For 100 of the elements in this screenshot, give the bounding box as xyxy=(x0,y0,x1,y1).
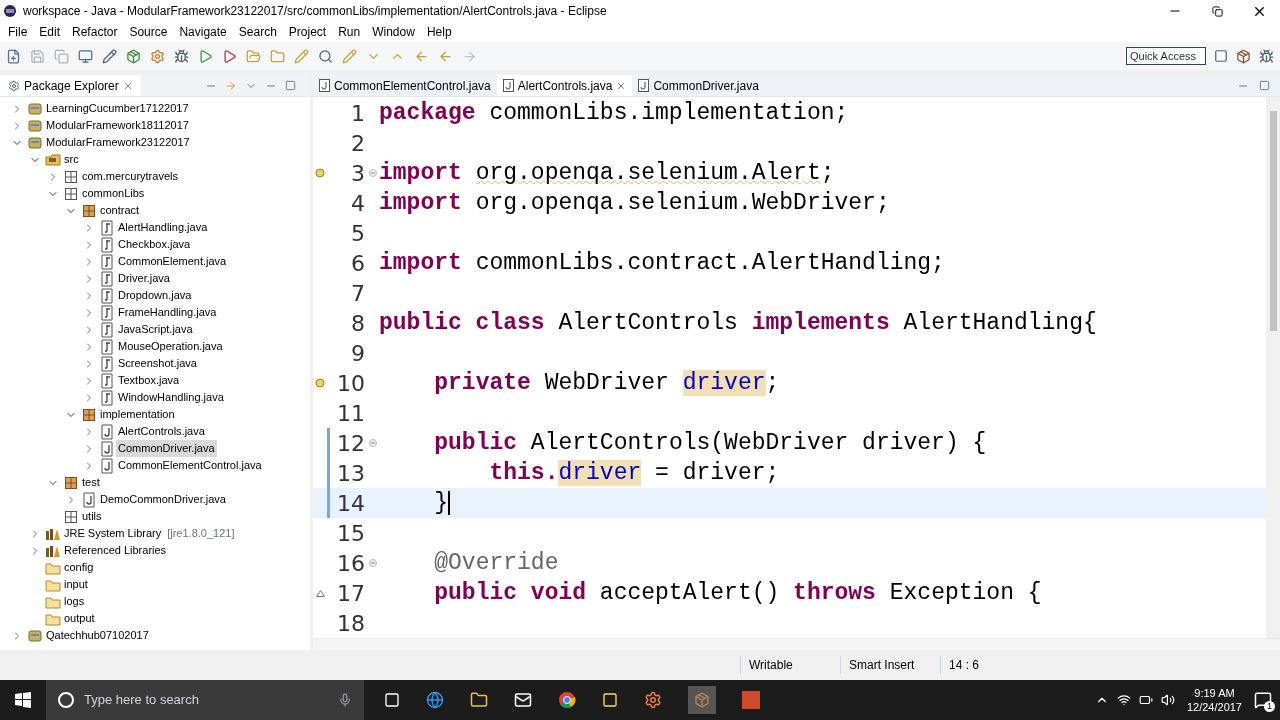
tree-item[interactable]: DemoCommonDriver.java xyxy=(98,491,228,508)
pen-icon[interactable] xyxy=(102,48,117,64)
menu-item[interactable]: Navigate xyxy=(173,23,233,41)
maximize-view-icon[interactable] xyxy=(285,79,296,91)
tree-item[interactable]: AlertHandling.java xyxy=(116,219,210,236)
tree-item[interactable]: CommonElementControl.java xyxy=(116,457,264,474)
link-editor-icon[interactable] xyxy=(225,79,237,92)
fold-icon[interactable] xyxy=(368,439,377,447)
tree-item[interactable]: utils xyxy=(80,508,104,525)
menu-item[interactable]: Project xyxy=(282,23,333,41)
tree-item[interactable]: LearningCucumber17122017 xyxy=(44,100,191,117)
close-tab-icon[interactable] xyxy=(616,80,627,91)
tree-item[interactable]: Referenced Libraries xyxy=(62,542,169,559)
back-icon[interactable] xyxy=(438,48,453,64)
run-tool-icon[interactable] xyxy=(222,48,237,64)
chrome-icon[interactable] xyxy=(558,691,576,709)
menu-item[interactable]: Source xyxy=(123,23,174,41)
interface-file-icon xyxy=(100,236,114,253)
vertical-scrollbar[interactable] xyxy=(1266,97,1280,638)
menu-item[interactable]: Search xyxy=(232,23,283,41)
open-folder-icon[interactable] xyxy=(246,48,261,64)
editor-tab[interactable]: AlertControls.java xyxy=(496,75,633,96)
interface-file-icon xyxy=(100,304,114,321)
battery-icon[interactable] xyxy=(1138,693,1153,707)
new-file-icon[interactable] xyxy=(6,48,21,64)
maximize-editor-icon[interactable] xyxy=(1259,79,1270,91)
debug-perspective-icon[interactable] xyxy=(1259,48,1274,64)
tree-item[interactable]: Driver.java xyxy=(116,270,172,287)
microphone-icon[interactable] xyxy=(338,693,352,707)
folder-icon[interactable] xyxy=(270,48,285,64)
open-perspective-icon[interactable] xyxy=(1214,49,1228,63)
monitor-icon[interactable] xyxy=(78,48,93,64)
tree-item[interactable]: JRE System Library xyxy=(62,525,164,542)
tree-item[interactable]: CommonElement.java xyxy=(116,253,229,270)
line-number: 4 xyxy=(350,189,366,218)
tree-item[interactable]: src xyxy=(62,151,81,168)
tree-item[interactable]: input xyxy=(62,576,90,593)
window-title: workspace - Java - ModularFramework23122017/src/commonLibs/implementation/AlertControls.java - Eclipse xyxy=(23,3,607,20)
line-number: 6 xyxy=(350,249,366,278)
tree-item[interactable]: com.mercurytravels xyxy=(80,168,180,185)
tree-item[interactable]: Dropdown.java xyxy=(116,287,194,304)
menu-item[interactable]: Edit xyxy=(33,23,67,41)
volume-icon[interactable] xyxy=(1160,693,1175,707)
tree-item[interactable]: output xyxy=(62,610,97,627)
mail-icon[interactable] xyxy=(514,691,532,709)
tree-item[interactable]: AlertControls.java xyxy=(116,423,207,440)
save-icon[interactable] xyxy=(30,48,45,64)
tree-item[interactable]: MouseOperation.java xyxy=(116,338,225,355)
tree-item[interactable]: Textbox.java xyxy=(116,372,182,389)
code-line: import commonLibs.contract.AlertHandling; xyxy=(379,249,945,278)
tree-item[interactable]: FrameHandling.java xyxy=(116,304,219,321)
save-all-icon[interactable] xyxy=(54,48,69,64)
search-icon[interactable] xyxy=(318,48,333,64)
gear-icon[interactable] xyxy=(150,48,165,64)
tree-item[interactable]: JavaScript.java xyxy=(116,321,195,338)
editor-tab[interactable]: CommonDriver.java xyxy=(632,75,765,96)
browser-icon[interactable] xyxy=(426,691,444,709)
tree-item[interactable]: contract xyxy=(98,202,142,219)
line-number: 2 xyxy=(350,129,366,158)
line-number: 11 xyxy=(336,399,366,428)
tree-item[interactable]: Qatechhub07102017 xyxy=(44,627,151,644)
interface-file-icon xyxy=(100,321,114,338)
menu-item[interactable]: File xyxy=(2,23,34,41)
tree-item[interactable]: WindowHandling.java xyxy=(116,389,226,406)
tree-item[interactable]: commonLibs xyxy=(80,185,147,202)
menu-item[interactable]: Refactor xyxy=(66,23,124,41)
editor-tab[interactable]: CommonElementControl.java xyxy=(313,75,497,96)
menu-item[interactable]: Window xyxy=(366,23,421,41)
fold-icon[interactable] xyxy=(368,169,377,177)
tree-item[interactable]: ModularFramework23122017 xyxy=(44,134,192,151)
folder-icon xyxy=(45,560,61,575)
library-icon xyxy=(45,526,61,541)
tree-item[interactable]: CommonDriver.java xyxy=(116,440,217,457)
fold-icon[interactable] xyxy=(368,559,377,567)
restore-icon[interactable] xyxy=(1211,5,1223,17)
bug-icon[interactable] xyxy=(174,48,189,64)
wifi-icon[interactable] xyxy=(1116,693,1131,707)
quick-access-field[interactable]: Quick Access xyxy=(1126,47,1206,65)
windows-logo-icon xyxy=(15,692,31,708)
package-icon[interactable] xyxy=(126,48,141,64)
status-field: Smart Insert xyxy=(840,656,940,674)
status-field: 14 : 6 xyxy=(940,656,1040,674)
interface-file-icon xyxy=(100,372,114,389)
tree-item[interactable]: config xyxy=(62,559,96,576)
tree-item[interactable]: test xyxy=(80,474,102,491)
file-explorer-icon[interactable] xyxy=(470,691,488,709)
run-icon[interactable] xyxy=(198,48,213,64)
taskbar-search-field[interactable]: Type here to search xyxy=(46,680,364,720)
horizontal-scrollbar[interactable] xyxy=(313,638,1280,650)
interface-file-icon xyxy=(100,355,114,372)
tree-item[interactable]: Checkbox.java xyxy=(116,236,193,253)
tree-item[interactable]: logs xyxy=(62,593,87,610)
notification-icon[interactable] xyxy=(1254,691,1272,709)
tree-item[interactable]: ModularFramework18112017 xyxy=(44,117,191,134)
tree-item[interactable]: Screenshot.java xyxy=(116,355,199,372)
task-view-icon[interactable] xyxy=(384,692,400,708)
menu-item[interactable]: Run xyxy=(332,23,367,41)
forward-icon[interactable] xyxy=(462,48,477,64)
tree-item[interactable]: implementation xyxy=(98,406,177,423)
menu-item[interactable]: Help xyxy=(420,23,458,41)
